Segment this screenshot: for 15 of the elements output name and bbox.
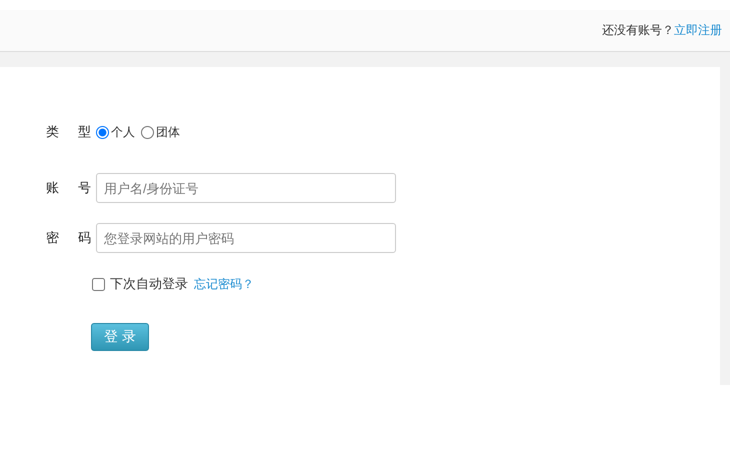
register-prompt: 还没有账号？	[602, 22, 674, 39]
radio-label: 团体	[156, 124, 180, 140]
remember-checkbox[interactable]	[92, 278, 105, 290]
radio-button[interactable]	[141, 126, 154, 138]
type-label: 类 型	[46, 124, 91, 141]
login-button[interactable]: 登 录	[91, 323, 149, 351]
account-field[interactable]: 用户名/身份证号	[96, 173, 396, 203]
account-label: 账 号	[46, 180, 91, 197]
password-label: 密 码	[46, 230, 91, 247]
register-link[interactable]: 立即注册	[674, 22, 722, 39]
radio-button[interactable]	[96, 126, 109, 138]
password-field[interactable]: 您登录网站的用户密码	[96, 223, 396, 253]
remember-label: 下次自动登录	[110, 276, 188, 293]
forgot-password-link[interactable]: 忘记密码？	[194, 276, 254, 292]
radio-label: 个人	[111, 124, 135, 140]
